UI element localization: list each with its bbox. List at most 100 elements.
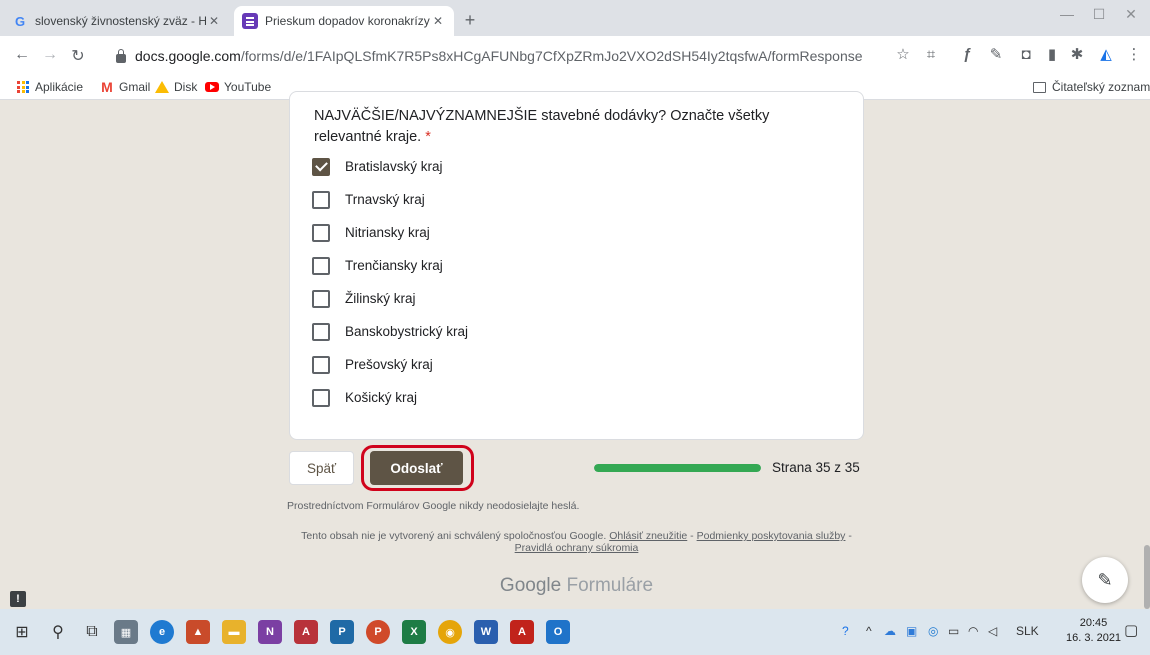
bookmark-label: Disk: [174, 80, 198, 94]
url-path: /forms/d/e/1FAIpQLSfmK7R5Ps8xHCgAFUNbg7C…: [240, 48, 863, 64]
tab-prieskum[interactable]: Prieskum dopadov koronakrízy n ✕: [234, 6, 454, 36]
option-presovsky[interactable]: Prešovský kraj: [312, 348, 468, 381]
edge-tray-icon[interactable]: ◎: [928, 624, 938, 638]
access-icon[interactable]: A: [294, 620, 318, 644]
bookmark-gmail[interactable]: M Gmail: [100, 79, 150, 95]
required-asterisk: *: [425, 129, 431, 145]
bookmark-apps[interactable]: Aplikácie: [16, 80, 83, 94]
option-banskobystricky[interactable]: Banskobystrický kraj: [312, 315, 468, 348]
option-trenciansky[interactable]: Trenčiansky kraj: [312, 249, 468, 282]
option-zilinsky[interactable]: Žilinský kraj: [312, 282, 468, 315]
calculator-icon[interactable]: ▦: [114, 620, 138, 644]
onenote-icon[interactable]: N: [258, 620, 282, 644]
chrome-icon[interactable]: ◉: [438, 620, 462, 644]
outlook-icon[interactable]: O: [546, 620, 570, 644]
edge-icon[interactable]: e: [150, 620, 174, 644]
bookmark-label: Aplikácie: [35, 80, 84, 94]
edit-pencil-icon[interactable]: ✎: [1082, 557, 1128, 603]
wifi-icon[interactable]: ◠: [968, 624, 978, 638]
checkbox[interactable]: [312, 388, 330, 407]
tab-close-icon[interactable]: ✕: [430, 14, 446, 28]
file-explorer-icon[interactable]: ▬: [222, 620, 246, 644]
minimize-icon[interactable]: —: [1052, 6, 1082, 22]
search-icon[interactable]: ⚲: [46, 620, 70, 644]
onedrive-icon[interactable]: ☁: [884, 624, 896, 638]
reading-list-icon: [1033, 81, 1046, 93]
tab-zivnostensky-zvaz[interactable]: G slovenský živnostenský zväz - Hľa ✕: [4, 6, 230, 36]
forward-arrow-icon[interactable]: →: [40, 46, 60, 64]
option-label: Trnavský kraj: [345, 192, 425, 207]
tab-title: slovenský živnostenský zväz - Hľa: [35, 14, 206, 28]
progress-label: Strana 35 z 35: [772, 460, 860, 475]
report-abuse-link[interactable]: Ohlásiť zneužitie: [609, 530, 687, 542]
option-label: Nitriansky kraj: [345, 225, 430, 240]
apps-grid-icon: [16, 80, 30, 94]
submit-button[interactable]: Odoslať: [370, 451, 463, 485]
acrobat-icon[interactable]: A: [510, 620, 534, 644]
checkbox[interactable]: [312, 256, 330, 275]
checkbox[interactable]: [312, 322, 330, 341]
checkbox-checked[interactable]: [312, 157, 330, 176]
checkbox[interactable]: [312, 190, 330, 209]
drive-icon: [155, 80, 169, 94]
google-favicon-icon: G: [14, 13, 26, 29]
teams-icon[interactable]: ▣: [906, 624, 917, 638]
checkbox[interactable]: [312, 355, 330, 374]
profile-avatar-icon[interactable]: ◭: [1096, 45, 1116, 65]
window-close-icon[interactable]: ✕: [1116, 6, 1146, 23]
checkbox[interactable]: [312, 289, 330, 308]
extension-formula-icon[interactable]: ƒ: [957, 45, 977, 65]
extension-screenshot-icon[interactable]: ⌗: [921, 45, 941, 65]
extension-eyedropper-icon[interactable]: ✎: [986, 45, 1006, 65]
word-icon[interactable]: W: [474, 620, 498, 644]
forms-favicon-icon: [242, 13, 258, 29]
checkbox[interactable]: [312, 223, 330, 242]
system-clock[interactable]: 20:45 16. 3. 2021: [1066, 616, 1121, 646]
new-tab-button[interactable]: +: [458, 10, 482, 31]
excel-icon[interactable]: X: [402, 620, 426, 644]
language-indicator[interactable]: SLK: [1016, 624, 1039, 638]
feedback-icon[interactable]: !: [10, 591, 26, 607]
option-label: Trenčiansky kraj: [345, 258, 443, 273]
extension-reader-icon[interactable]: ▮: [1042, 45, 1062, 65]
option-kosicky[interactable]: Košický kraj: [312, 381, 468, 414]
tray-chevron-icon[interactable]: ^: [866, 624, 872, 638]
bookmark-drive[interactable]: Disk: [155, 80, 197, 94]
browser-toolbar: ← → ↻ docs.google.com/forms/d/e/1FAIpQLS…: [0, 36, 1150, 76]
maximize-icon[interactable]: ☐: [1084, 6, 1114, 23]
legal-footer: Tento obsah nie je vytvorený ani schvále…: [301, 530, 852, 554]
powerpoint-icon[interactable]: P: [366, 620, 390, 644]
scrollbar-thumb[interactable]: [1144, 545, 1150, 609]
back-arrow-icon[interactable]: ←: [12, 46, 32, 64]
address-bar[interactable]: docs.google.com/forms/d/e/1FAIpQLSfmK7R5…: [112, 42, 912, 70]
windows-start-icon[interactable]: ⊞: [10, 620, 34, 644]
task-view-icon[interactable]: ⧉: [80, 620, 104, 644]
tab-close-icon[interactable]: ✕: [206, 14, 222, 28]
reading-list-label: Čitateľský zoznam: [1052, 80, 1150, 94]
checkbox-group: Bratislavský kraj Trnavský kraj Nitrians…: [312, 150, 468, 414]
reading-list[interactable]: Čitateľský zoznam: [1033, 80, 1150, 94]
publisher-icon[interactable]: P: [330, 620, 354, 644]
question-title: NAJVÄČŠIE/NAJVÝZNAMNEJŠIE stavebné dodáv…: [314, 106, 839, 148]
tab-title: Prieskum dopadov koronakrízy n: [265, 14, 430, 28]
option-label: Bratislavský kraj: [345, 159, 443, 174]
extensions-puzzle-icon[interactable]: ✱: [1067, 45, 1087, 65]
reload-icon[interactable]: ↻: [68, 46, 88, 66]
extension-camera-icon[interactable]: ◘: [1016, 45, 1036, 65]
privacy-link[interactable]: Pravidlá ochrany súkromia: [515, 542, 639, 554]
volume-icon[interactable]: ◁: [988, 624, 997, 638]
notifications-icon[interactable]: ▢: [1124, 621, 1138, 639]
terms-link[interactable]: Podmienky poskytovania služby: [697, 530, 846, 542]
option-nitriansky[interactable]: Nitriansky kraj: [312, 216, 468, 249]
option-trnavsky[interactable]: Trnavský kraj: [312, 183, 468, 216]
option-bratislavsky[interactable]: Bratislavský kraj: [312, 150, 468, 183]
back-button[interactable]: Späť: [289, 451, 354, 485]
bookmark-star-icon[interactable]: ☆: [893, 45, 913, 65]
help-icon[interactable]: ?: [842, 624, 849, 638]
bookmark-youtube[interactable]: YouTube: [205, 80, 271, 94]
battery-icon[interactable]: ▭: [948, 624, 959, 638]
chrome-menu-icon[interactable]: ⋮: [1124, 45, 1144, 65]
question-card: NAJVÄČŠIE/NAJVÝZNAMNEJŠIE stavebné dodáv…: [289, 91, 864, 440]
app-red-icon[interactable]: ▲: [186, 620, 210, 644]
google-forms-logo[interactable]: Google Formuláre: [289, 575, 864, 597]
